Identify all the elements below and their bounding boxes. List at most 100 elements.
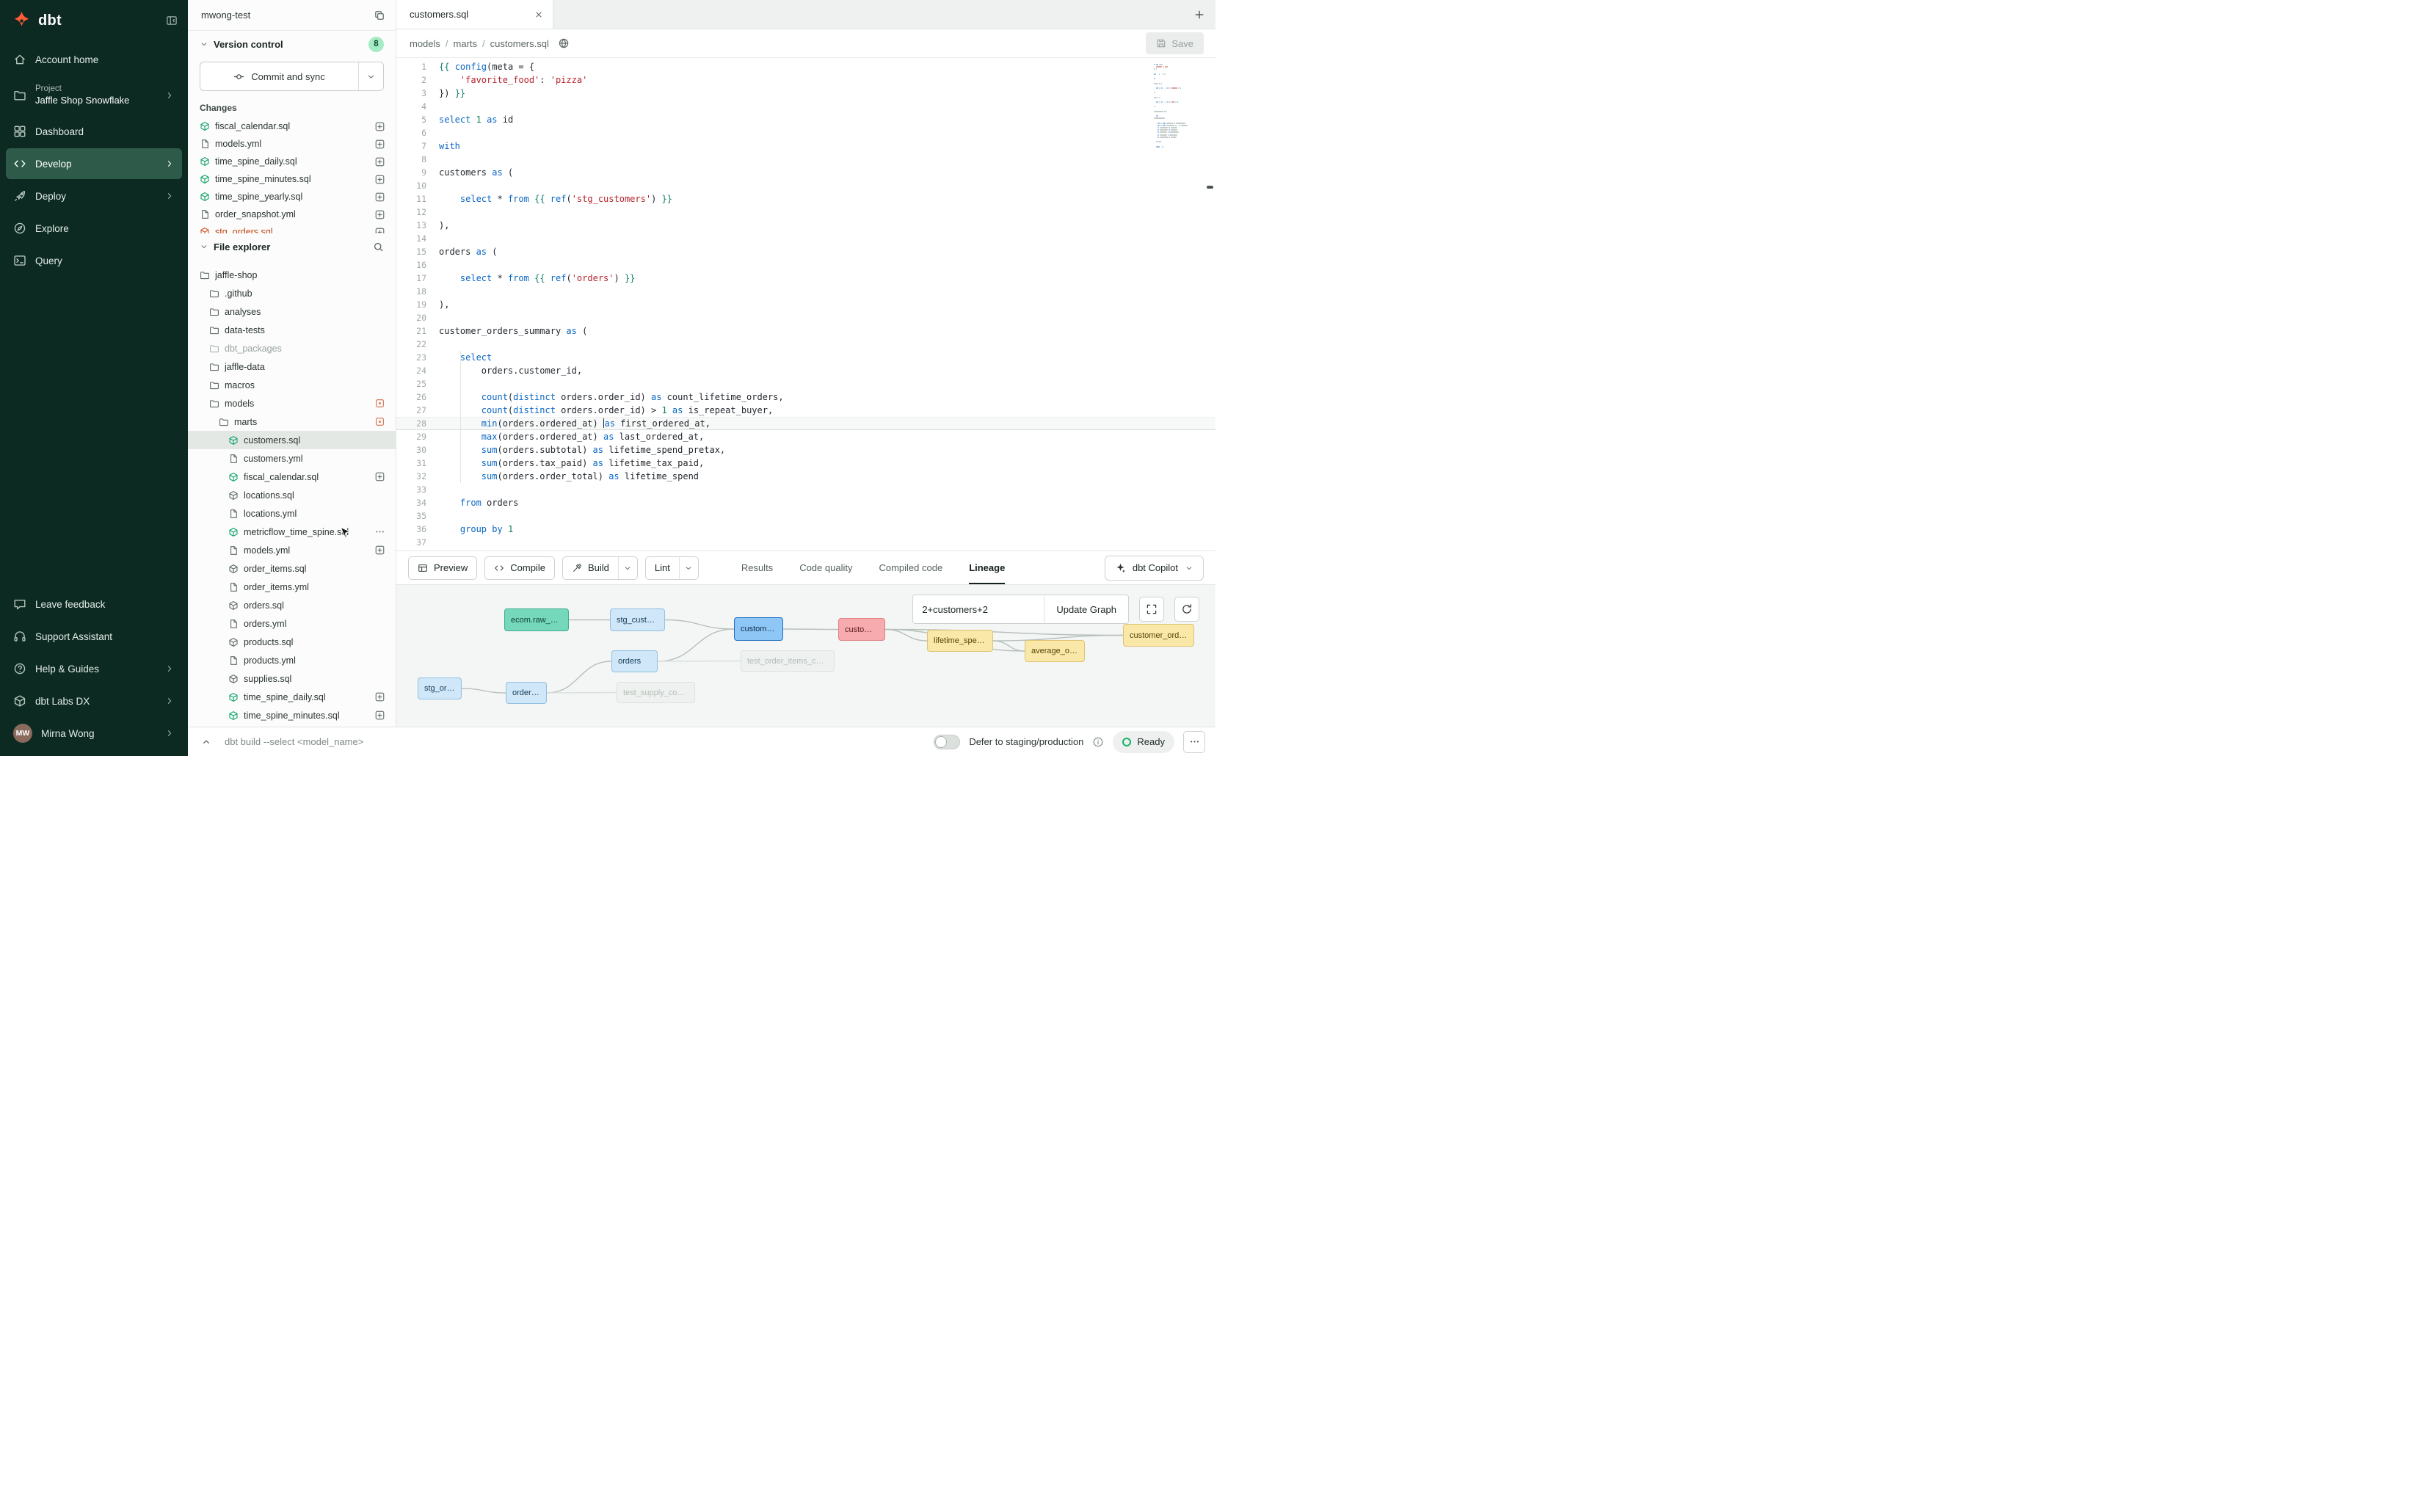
code-line[interactable]: 25 [396, 377, 1216, 390]
stage-file-button-icon[interactable] [374, 156, 385, 167]
update-graph-button[interactable]: Update Graph [1044, 595, 1128, 623]
code-line[interactable]: 32 sum(orders.order_total) as lifetime_s… [396, 470, 1216, 483]
lineage-node-stg-customers[interactable]: stg_custo… [610, 608, 665, 631]
code-line[interactable]: 6 [396, 126, 1216, 139]
search-icon[interactable] [373, 241, 384, 252]
model-docs-icon[interactable] [558, 37, 570, 49]
code-line[interactable]: 34 from orders [396, 496, 1216, 509]
stage-file-button-icon[interactable] [374, 174, 385, 185]
version-control-header[interactable]: Version control 8 [188, 31, 396, 57]
code-line[interactable]: 22 [396, 338, 1216, 351]
lineage-node-lifetime-spend[interactable]: lifetime_spen… [927, 630, 993, 652]
close-tab-icon[interactable] [534, 10, 544, 20]
lineage-node-average-order[interactable]: average_ord… [1025, 640, 1085, 662]
sidebar-item-explore[interactable]: Explore [6, 213, 182, 244]
sidebar-item-leave-feedback[interactable]: Leave feedback [6, 589, 182, 619]
vcs-change-item[interactable]: order_snapshot.yml [188, 206, 396, 223]
file-tree-item[interactable]: orders.sql [188, 596, 396, 614]
file-explorer-header[interactable]: File explorer [188, 233, 396, 260]
more-options-button[interactable] [1183, 731, 1205, 753]
code-line[interactable]: 23 select [396, 351, 1216, 364]
build-dropdown-button[interactable] [618, 557, 637, 579]
file-tree-item[interactable]: locations.yml [188, 504, 396, 523]
file-tree-item[interactable]: products.yml [188, 651, 396, 669]
compile-button[interactable]: Compile [485, 557, 554, 579]
stage-file-button-icon[interactable] [374, 121, 385, 132]
sidebar-item-help-guides[interactable]: Help & Guides [6, 653, 182, 684]
tab-lineage[interactable]: Lineage [969, 551, 1005, 584]
stage-file-button-icon[interactable] [374, 691, 385, 702]
lineage-node-test-order-items[interactable]: test_order_items_com… [741, 650, 835, 672]
code-line[interactable]: 10 [396, 179, 1216, 192]
lineage-node-customers-sem[interactable]: custom… [838, 618, 885, 641]
breadcrumb-item[interactable]: models [410, 38, 440, 49]
file-tree-item[interactable]: jaffle-shop [188, 266, 396, 284]
dbt-copilot-button[interactable]: dbt Copilot [1105, 556, 1204, 581]
tab-code-quality[interactable]: Code quality [799, 551, 852, 584]
code-line[interactable]: 14 [396, 232, 1216, 245]
refresh-graph-button[interactable] [1174, 597, 1199, 622]
file-tree-item[interactable]: dbt_packages [188, 339, 396, 357]
vcs-change-item[interactable]: fiscal_calendar.sql [188, 117, 396, 135]
stage-file-button-icon[interactable] [374, 710, 385, 721]
file-tree-item[interactable]: data-tests [188, 321, 396, 339]
lineage-node-order-items[interactable]: order_it… [506, 682, 547, 704]
command-input[interactable]: dbt build --select <model_name> [225, 736, 363, 747]
file-tree-item[interactable]: customers.yml [188, 449, 396, 468]
vcs-change-item[interactable]: time_spine_daily.sql [188, 153, 396, 170]
scrollbar-thumb[interactable] [1207, 186, 1213, 189]
lineage-node-orders[interactable]: orders [611, 650, 658, 672]
code-line[interactable]: 29 max(orders.ordered_at) as last_ordere… [396, 430, 1216, 443]
file-tree-item[interactable]: supplies.sql [188, 669, 396, 688]
preview-button[interactable]: Preview [409, 557, 476, 579]
code-line[interactable]: 3}) }} [396, 87, 1216, 100]
file-tree-item[interactable]: models [188, 394, 396, 412]
code-line[interactable]: 15orders as ( [396, 245, 1216, 258]
code-line[interactable]: 12 [396, 206, 1216, 219]
stage-file-button-icon[interactable] [374, 139, 385, 150]
code-line[interactable]: 28 min(orders.ordered_at) as first_order… [396, 417, 1216, 430]
code-line[interactable]: 5select 1 as id [396, 113, 1216, 126]
code-line[interactable]: 35 [396, 509, 1216, 523]
vcs-change-item[interactable]: models.yml [188, 135, 396, 153]
sidebar-item-develop[interactable]: Develop [6, 148, 182, 179]
save-button[interactable]: Save [1146, 32, 1204, 54]
file-tree-item[interactable]: marts [188, 412, 396, 431]
breadcrumb-item[interactable]: marts [454, 38, 478, 49]
lineage-node-customer-orders[interactable]: customer_orde… [1123, 624, 1194, 647]
file-tree-item[interactable]: customers.sql [188, 431, 396, 449]
lineage-selector-input[interactable] [913, 595, 1044, 623]
stage-file-button-icon[interactable] [374, 192, 385, 203]
file-tree-item[interactable]: .github [188, 284, 396, 302]
new-tab-button[interactable] [1183, 0, 1216, 29]
code-line[interactable]: 30 sum(orders.subtotal) as lifetime_spen… [396, 443, 1216, 457]
vcs-change-item[interactable]: time_spine_minutes.sql [188, 170, 396, 188]
lineage-node-ecom[interactable]: ecom.raw_cu… [504, 608, 569, 631]
sidebar-item-deploy[interactable]: Deploy [6, 181, 182, 211]
info-icon[interactable] [1092, 736, 1104, 748]
code-line[interactable]: 31 sum(orders.tax_paid) as lifetime_tax_… [396, 457, 1216, 470]
build-button[interactable]: Build [563, 557, 618, 579]
copy-branch-icon[interactable] [374, 10, 385, 21]
stage-file-button-icon[interactable] [374, 545, 385, 556]
sidebar-item-jaffle-shop-snowflake[interactable]: ProjectJaffle Shop Snowflake [6, 76, 182, 115]
sidebar-item-support-assistant[interactable]: Support Assistant [6, 621, 182, 652]
file-tree-item[interactable]: fiscal_calendar.sql [188, 468, 396, 486]
lineage-node-customers[interactable]: customers [734, 617, 783, 641]
fullscreen-button[interactable] [1139, 597, 1164, 622]
code-line[interactable]: 13), [396, 219, 1216, 232]
file-tree-item[interactable]: jaffle-data [188, 357, 396, 376]
vcs-change-item[interactable]: time_spine_yearly.sql [188, 188, 396, 206]
code-line[interactable]: 26 count(distinct orders.order_id) as co… [396, 390, 1216, 404]
code-line[interactable]: 17 select * from {{ ref('orders') }} [396, 272, 1216, 285]
file-tree-item[interactable]: locations.sql [188, 486, 396, 504]
stage-file-button-icon[interactable] [374, 209, 385, 220]
code-line[interactable]: 19), [396, 298, 1216, 311]
lineage-node-stg-orders[interactable]: stg_orders [418, 677, 462, 699]
code-line[interactable]: 16 [396, 258, 1216, 272]
code-line[interactable]: 27 count(distinct orders.order_id) > 1 a… [396, 404, 1216, 417]
file-tree-item[interactable]: macros [188, 376, 396, 394]
file-tree-item[interactable]: order_items.sql [188, 559, 396, 578]
file-tree-item[interactable]: order_items.yml [188, 578, 396, 596]
code-editor[interactable]: 1{{ config(meta = {2 'favorite_food': 'p… [396, 58, 1216, 550]
